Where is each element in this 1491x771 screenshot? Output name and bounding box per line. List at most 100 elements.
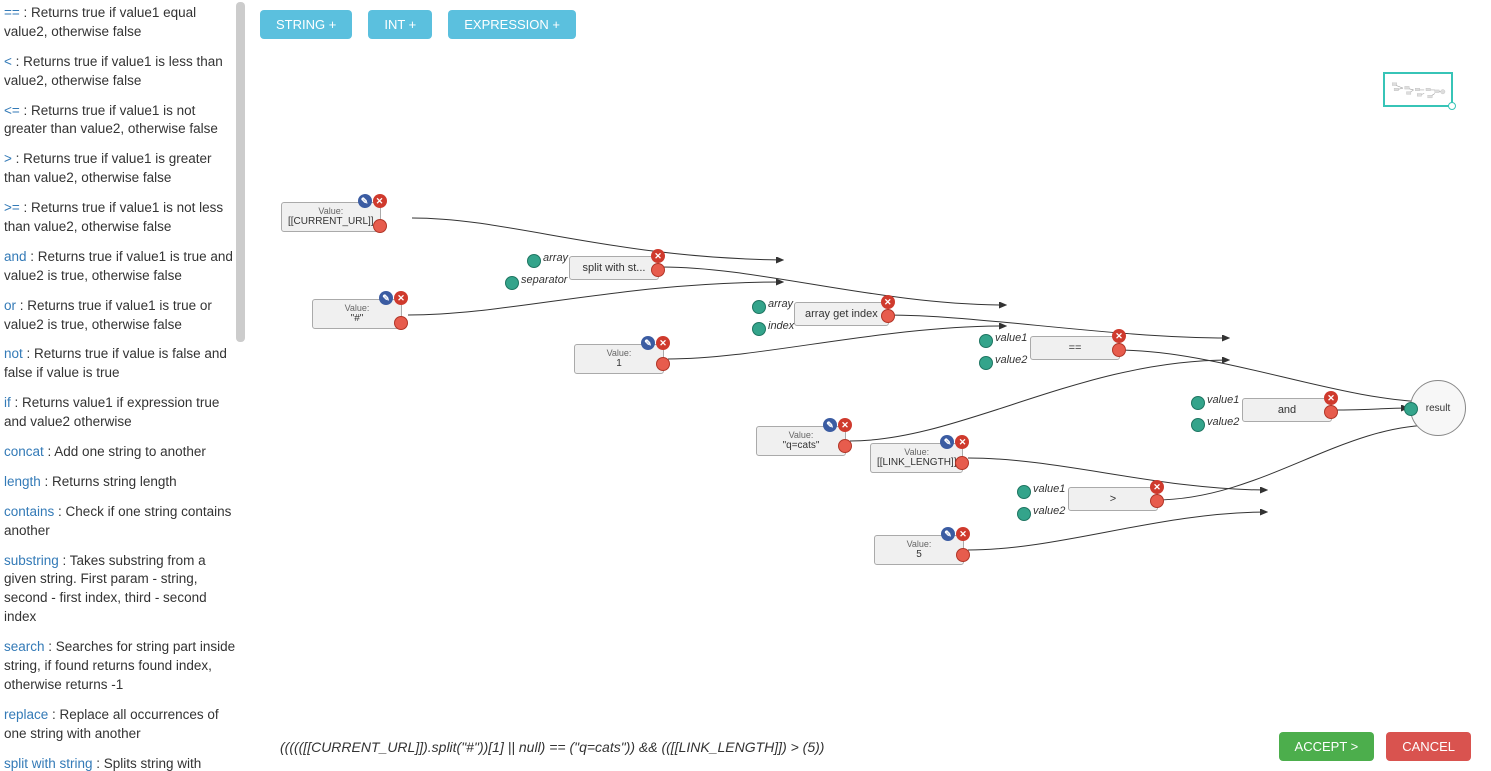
doc-term: split with string: [4, 756, 93, 771]
accept-button[interactable]: ACCEPT >: [1279, 732, 1375, 761]
doc-term: and: [4, 249, 27, 264]
doc-item[interactable]: replace : Replace all occurrences of one…: [4, 706, 240, 744]
node-split-with-string[interactable]: ✕ split with st... array separator: [569, 256, 659, 280]
output-port[interactable]: [955, 456, 969, 470]
add-int-button[interactable]: INT +: [368, 10, 432, 39]
doc-item[interactable]: length : Returns string length: [4, 473, 240, 492]
doc-item[interactable]: substring : Takes substring from a given…: [4, 552, 240, 628]
edit-icon[interactable]: ✎: [941, 527, 955, 541]
port-label-value2: value2: [1207, 416, 1239, 428]
add-string-button[interactable]: STRING +: [260, 10, 352, 39]
input-port-value1[interactable]: [1017, 485, 1031, 499]
node-op-label: split with st...: [570, 257, 658, 279]
doc-desc: : Returns true if value1 is not less tha…: [4, 200, 223, 234]
node-op-label: >: [1069, 488, 1157, 510]
input-port-value1[interactable]: [979, 334, 993, 348]
doc-desc: : Returns true if value1 equal value2, o…: [4, 5, 196, 39]
edit-icon[interactable]: ✎: [940, 435, 954, 449]
node-value-hash[interactable]: ✎✕ Value: "#": [312, 299, 402, 329]
input-port-separator[interactable]: [505, 276, 519, 290]
output-port[interactable]: [838, 439, 852, 453]
delete-icon[interactable]: ✕: [955, 435, 969, 449]
port-label-separator: separator: [521, 274, 567, 286]
node-array-get-index[interactable]: ✕ array get index array index: [794, 302, 889, 326]
doc-item[interactable]: not : Returns true if value is false and…: [4, 345, 240, 383]
output-port[interactable]: [373, 219, 387, 233]
input-port-value2[interactable]: [1017, 507, 1031, 521]
footer: ((((([[CURRENT_URL]]).split("#"))[1] || …: [260, 732, 1471, 761]
edit-icon[interactable]: ✎: [379, 291, 393, 305]
input-port-index[interactable]: [752, 322, 766, 336]
doc-item[interactable]: if : Returns value1 if expression true a…: [4, 394, 240, 432]
output-port[interactable]: [651, 263, 665, 277]
node-value-one[interactable]: ✎✕ Value: 1: [574, 344, 664, 374]
node-value-qcats[interactable]: ✎✕ Value: "q=cats": [756, 426, 846, 456]
doc-term: substring: [4, 553, 59, 568]
delete-icon[interactable]: ✕: [881, 295, 895, 309]
edit-icon[interactable]: ✎: [823, 418, 837, 432]
node-value-link-length[interactable]: ✎✕ Value: [[LINK_LENGTH]]: [870, 443, 963, 473]
node-equals[interactable]: ✕ == value1 value2: [1030, 336, 1120, 360]
output-port[interactable]: [1324, 405, 1338, 419]
doc-term: search: [4, 639, 45, 654]
graph-canvas[interactable]: ✎✕ Value: [[CURRENT_URL]] ✎✕ Value: "#" …: [260, 50, 1491, 699]
port-label-index: index: [768, 320, 794, 332]
delete-icon[interactable]: ✕: [1324, 391, 1338, 405]
node-value-current-url[interactable]: ✎✕ Value: [[CURRENT_URL]]: [281, 202, 381, 232]
edit-icon[interactable]: ✎: [358, 194, 372, 208]
input-port-result[interactable]: [1404, 402, 1418, 416]
scrollbar[interactable]: [236, 2, 245, 342]
doc-item[interactable]: concat : Add one string to another: [4, 443, 240, 462]
doc-term: ==: [4, 5, 20, 20]
output-port[interactable]: [656, 357, 670, 371]
doc-desc: : Returns true if value1 is true or valu…: [4, 298, 212, 332]
node-and[interactable]: ✕ and value1 value2: [1242, 398, 1332, 422]
output-port[interactable]: [1150, 494, 1164, 508]
input-port-value2[interactable]: [979, 356, 993, 370]
delete-icon[interactable]: ✕: [651, 249, 665, 263]
output-port[interactable]: [394, 316, 408, 330]
node-greater-than[interactable]: ✕ > value1 value2: [1068, 487, 1158, 511]
node-value: [[CURRENT_URL]]: [282, 216, 380, 231]
node-result[interactable]: result: [1410, 380, 1466, 436]
delete-icon[interactable]: ✕: [656, 336, 670, 350]
delete-icon[interactable]: ✕: [838, 418, 852, 432]
doc-item[interactable]: contains : Check if one string contains …: [4, 503, 240, 541]
doc-item[interactable]: search : Searches for string part inside…: [4, 638, 240, 695]
doc-item[interactable]: == : Returns true if value1 equal value2…: [4, 4, 240, 42]
delete-icon[interactable]: ✕: [373, 194, 387, 208]
output-port[interactable]: [1112, 343, 1126, 357]
doc-item[interactable]: >= : Returns true if value1 is not less …: [4, 199, 240, 237]
delete-icon[interactable]: ✕: [1150, 480, 1164, 494]
doc-desc: : Returns value1 if expression true and …: [4, 395, 219, 429]
delete-icon[interactable]: ✕: [1112, 329, 1126, 343]
cancel-button[interactable]: CANCEL: [1386, 732, 1471, 761]
port-label-array: array: [768, 298, 793, 310]
doc-item[interactable]: split with string : Splits string with d…: [4, 755, 240, 771]
doc-item[interactable]: and : Returns true if value1 is true and…: [4, 248, 240, 286]
doc-term: if: [4, 395, 11, 410]
port-label-value2: value2: [1033, 505, 1065, 517]
delete-icon[interactable]: ✕: [394, 291, 408, 305]
doc-item[interactable]: <= : Returns true if value1 is not great…: [4, 102, 240, 140]
doc-item[interactable]: > : Returns true if value1 is greater th…: [4, 150, 240, 188]
graph-edges: [260, 50, 1491, 699]
output-port[interactable]: [956, 548, 970, 562]
doc-item[interactable]: < : Returns true if value1 is less than …: [4, 53, 240, 91]
output-port[interactable]: [881, 309, 895, 323]
doc-item[interactable]: or : Returns true if value1 is true or v…: [4, 297, 240, 335]
doc-desc: : Returns true if value1 is not greater …: [4, 103, 218, 137]
sidebar-docs[interactable]: == : Returns true if value1 equal value2…: [0, 0, 250, 771]
edit-icon[interactable]: ✎: [641, 336, 655, 350]
input-port-value2[interactable]: [1191, 418, 1205, 432]
node-value: 5: [875, 549, 963, 564]
input-port-array[interactable]: [752, 300, 766, 314]
node-value-five[interactable]: ✎✕ Value: 5: [874, 535, 964, 565]
port-label-array: array: [543, 252, 568, 264]
input-port-value1[interactable]: [1191, 396, 1205, 410]
node-op-label: array get index: [795, 303, 888, 325]
doc-term: >=: [4, 200, 20, 215]
input-port-array[interactable]: [527, 254, 541, 268]
add-expression-button[interactable]: EXPRESSION +: [448, 10, 576, 39]
delete-icon[interactable]: ✕: [956, 527, 970, 541]
